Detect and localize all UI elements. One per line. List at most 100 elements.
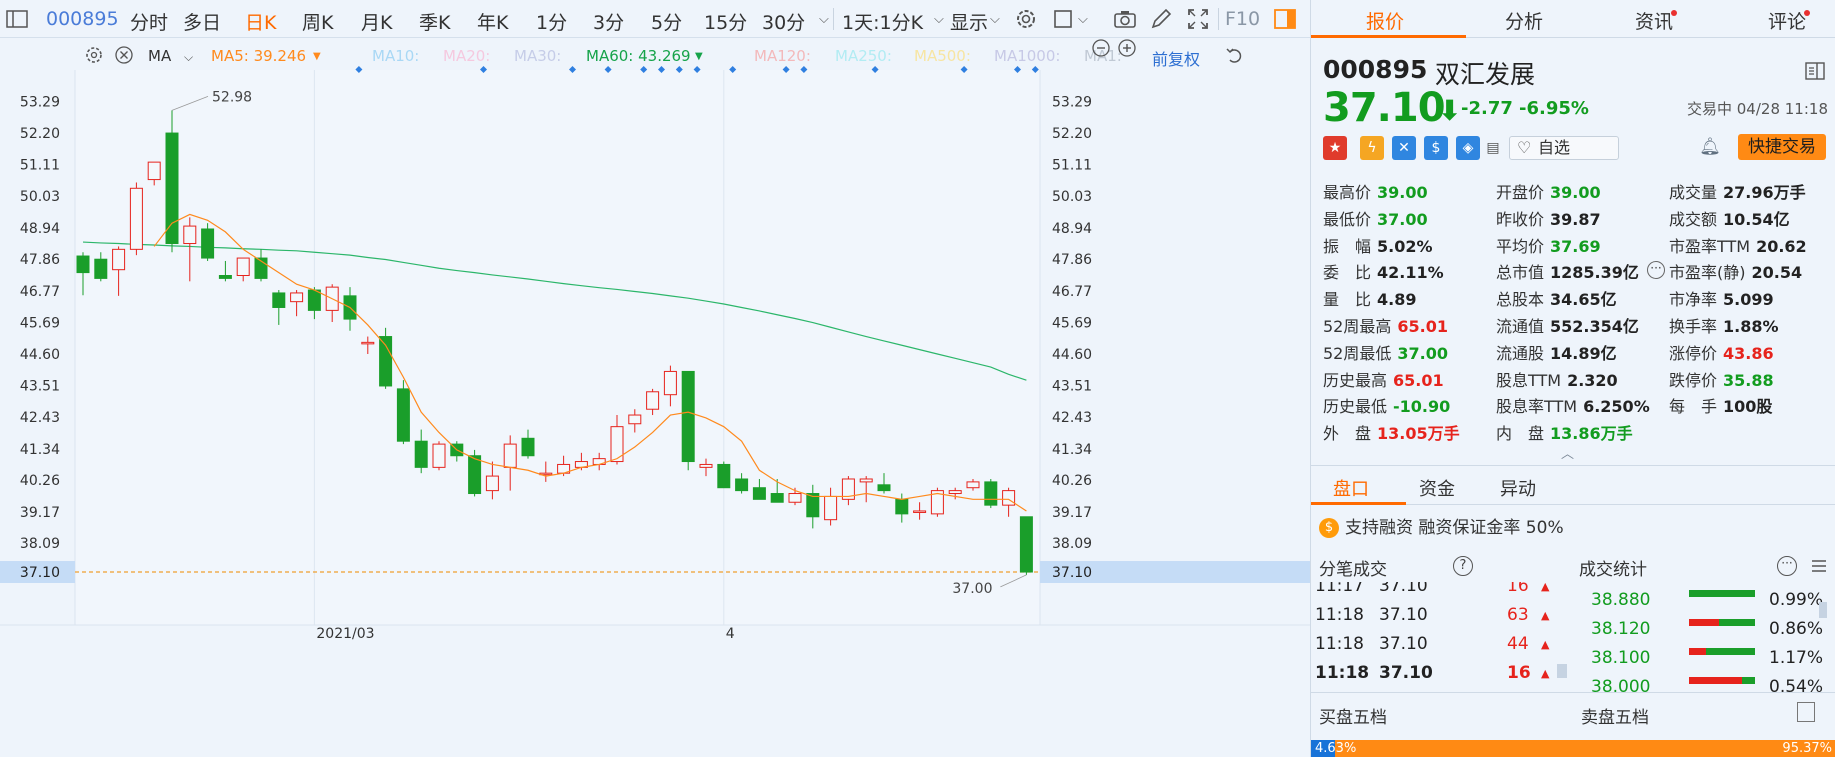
quote-field-label: 历史最低 [1323,397,1388,417]
ma5-label: MA5: 39.246 [211,47,307,65]
candle [984,478,998,509]
chevron-down-icon[interactable]: ⌵ [184,50,193,65]
quote-field-value: 20.54 [1751,263,1803,283]
undo-icon[interactable] [1224,44,1246,66]
trade-time: 11:17 [1315,582,1364,596]
candle-body [913,510,927,513]
trades-list[interactable]: 11:17 37.10 16 ▲ 11:18 37.10 63 ▲ 11:18 37.10 44 ▲ 1… [1311,582,1571,692]
stock-code-label[interactable]: 000895 [46,8,119,30]
quote-field: 流通值 552.354亿 [1496,313,1639,337]
help-icon[interactable]: ? [1453,556,1473,576]
y-tick-label-right: 45.69 [1052,315,1092,331]
quote-field-value: -10.90 [1393,397,1451,417]
tag-icon[interactable]: ◈ [1456,136,1480,160]
y-tick-label-right: 50.03 [1052,189,1092,205]
kline-chart[interactable]: 2021/03 4 53.29 53.29 52.20 52.20 51.11 51.11 50… [0,39,1310,757]
period-tab-1min[interactable]: 1分 [536,8,567,35]
note-icon[interactable]: ▤ [1481,136,1505,160]
candle-body [824,495,838,521]
period-tab-5min[interactable]: 5分 [651,8,682,35]
candle-body [503,443,517,468]
cycle-select[interactable]: 1天:1分K [842,8,923,35]
gear-icon[interactable] [1013,6,1039,32]
period-tab-30min[interactable]: 30分 [762,8,805,35]
f10-button[interactable]: F10 [1225,8,1260,30]
collapse-up-icon[interactable]: ︿ [1561,443,1574,462]
fullscreen-icon[interactable] [1185,6,1211,32]
tab-news[interactable]: 资讯 [1635,7,1673,34]
chevron-down-icon[interactable]: ⌵ [934,12,944,27]
period-tab-monthly[interactable]: 月K [361,8,392,35]
stock-name: 双汇发展 [1435,60,1536,89]
more-icon[interactable]: ··· [1647,261,1665,279]
ma10-label: MA10: [372,47,420,65]
candle-body [788,493,802,503]
active-tab-underline [1311,502,1406,505]
period-tab-daily[interactable]: 日K [245,8,276,35]
tab-analysis[interactable]: 分析 [1505,7,1543,34]
scrollbar[interactable] [1819,602,1827,618]
add-watchlist-button[interactable]: ♡ 自选 [1509,136,1619,160]
dollar-icon[interactable]: $ [1424,136,1448,160]
sell-volume-bar [1689,619,1719,626]
panel-collapse-icon[interactable] [1805,62,1825,80]
stat-price: 38.880 [1591,590,1651,610]
more-icon[interactable]: ··· [1777,556,1797,576]
chevron-down-icon[interactable]: ⌵ [819,12,829,27]
adjust-select[interactable]: 前复权 [1152,46,1200,70]
bell-icon[interactable]: 🔔︎ [1697,134,1723,160]
candle-body [1019,516,1033,573]
indicator-select[interactable]: MA [148,47,171,65]
trade-status: 交易中 04/28 11:18 [1687,100,1828,118]
china-flag-icon[interactable]: ★ [1323,136,1347,160]
layout-icon[interactable] [1272,6,1298,32]
period-tab-15min[interactable]: 15分 [704,8,747,35]
close-icon[interactable] [114,45,134,65]
caret-down-icon[interactable]: ▼ [313,51,321,62]
sidebar-toggle-icon[interactable] [4,6,30,32]
period-tab-yearly[interactable]: 年K [477,8,508,35]
y-tick-label-right: 52.20 [1052,126,1092,142]
quote-field-label: 平均价 [1496,236,1545,256]
camera-icon[interactable] [1112,6,1138,32]
tab-anomaly[interactable]: 异动 [1500,475,1536,501]
quick-trade-button[interactable]: 快捷交易 [1738,134,1826,160]
candle-body [361,341,375,345]
caret-down-icon[interactable]: ▼ [695,51,703,62]
quote-field-label: 最低价 [1323,209,1372,229]
period-tab-multiday[interactable]: 多日 [183,8,221,35]
stat-percent: 0.86% [1769,619,1824,639]
gear-icon[interactable] [84,45,104,65]
stat-percent: 0.54% [1769,677,1824,692]
tab-fund-flow[interactable]: 资金 [1419,475,1455,501]
connect-icon[interactable]: ✕ [1392,136,1416,160]
tab-comments[interactable]: 评论 [1768,7,1806,34]
display-menu[interactable]: 显示 [950,8,988,35]
lightning-icon[interactable]: ϟ [1360,136,1384,160]
tab-order-book[interactable]: 盘口 [1333,475,1369,501]
quote-field: 委 比 42.11% [1323,259,1444,283]
chevron-down-icon[interactable]: ⌵ [990,12,1000,27]
candle [681,370,695,471]
period-tab-quarterly[interactable]: 季K [419,8,450,35]
period-tab-intraday[interactable]: 分时 [130,8,168,35]
kline-chart-svg[interactable]: 2021/03 4 53.29 53.29 52.20 52.20 51.11 51.11 50… [0,39,1310,757]
tab-quote[interactable]: 报价 [1366,7,1404,34]
quote-field-label: 成交量 [1669,183,1718,202]
pen-icon[interactable] [1148,6,1174,32]
chevron-down-icon[interactable]: ⌵ [1078,12,1088,27]
stats-list[interactable]: 38.880 0.99% 38.120 0.86% 38.100 1.17% 38.000 0… [1573,582,1835,692]
quote-field-label: 换手率 [1669,317,1718,336]
period-tab-weekly[interactable]: 周K [302,8,333,35]
ma250-label: MA250: [835,47,892,65]
period-tab-3min[interactable]: 3分 [593,8,624,35]
quote-field: 跌停价 35.88 [1669,367,1774,391]
quote-field-value: 65.01 [1397,317,1448,336]
candle-body [966,481,980,489]
scrollbar[interactable] [1557,664,1567,678]
menu-icon[interactable] [1811,558,1827,574]
quote-field: 总股本 34.65亿 [1496,286,1617,310]
candle [717,461,731,489]
rectangle-icon[interactable] [1051,6,1077,32]
book-icon[interactable] [1797,702,1815,722]
